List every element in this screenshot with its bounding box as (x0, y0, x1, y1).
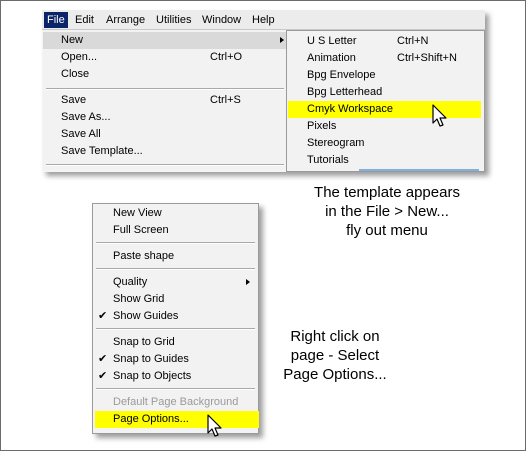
submenu-arrow-icon (246, 279, 250, 285)
file-menu-item-save-all[interactable]: Save All (43, 126, 287, 143)
file-menu: New Open... Ctrl+O Close Save Ctrl+S Sav… (43, 30, 288, 170)
menubar-window[interactable]: Window (199, 12, 244, 28)
caption-line: in the File > New... (325, 203, 449, 220)
context-item-snap-to-objects[interactable]: ✔ Snap to Objects (93, 368, 258, 385)
window-edge (359, 169, 479, 171)
new-flyout-menu: U S Letter Ctrl+N Animation Ctrl+Shift+N… (286, 30, 485, 172)
menu-item-label: Full Screen (113, 224, 169, 236)
mouse-pointer-icon (207, 414, 222, 437)
menu-item-label: Quality (113, 276, 148, 288)
menu-item-label: Pixels (307, 120, 337, 132)
menu-separator (96, 328, 255, 330)
caption-bottom: Right click on page - Select Page Option… (270, 327, 400, 384)
context-item-new-view[interactable]: New View (93, 205, 258, 222)
flyout-item-bpg-letterhead[interactable]: Bpg Letterhead (287, 84, 484, 101)
caption-top: The template appears in the File > New..… (302, 183, 472, 240)
file-menu-item-new[interactable]: New (43, 32, 287, 49)
menu-item-label: Save As... (61, 111, 111, 123)
checkmark-icon: ✔ (98, 310, 108, 322)
context-menu: New View Full Screen Paste shape Quality… (92, 203, 259, 434)
file-menu-item-save-as[interactable]: Save As... (43, 109, 287, 126)
context-item-full-screen[interactable]: Full Screen (93, 222, 258, 239)
flyout-item-animation[interactable]: Animation Ctrl+Shift+N (287, 50, 484, 67)
mouse-pointer-icon (432, 104, 447, 127)
menubar-help[interactable]: Help (249, 12, 278, 28)
menu-item-label: New View (113, 207, 162, 219)
caption-line: page - Select (290, 347, 380, 364)
menu-item-shortcut: Ctrl+S (210, 94, 241, 106)
menu-item-label: Bpg Letterhead (307, 86, 383, 98)
submenu-arrow-icon (280, 37, 284, 43)
menu-item-label: Animation (307, 52, 356, 64)
menu-item-label: Page Options... (113, 413, 189, 425)
menu-item-label: Stereogram (307, 137, 365, 149)
menu-item-label: New (61, 34, 84, 46)
menu-item-label: Snap to Grid (113, 336, 175, 348)
menubar-edit[interactable]: Edit (72, 12, 97, 28)
flyout-item-tutorials[interactable]: Tutorials (287, 152, 484, 169)
menu-separator (96, 388, 255, 390)
flyout-item-cmyk-workspace[interactable]: Cmyk Workspace (288, 101, 481, 118)
menu-item-label: U S Letter (307, 35, 357, 47)
context-item-snap-to-guides[interactable]: ✔ Snap to Guides (93, 351, 258, 368)
menu-item-label: Open... (61, 51, 98, 63)
flyout-item-stereogram[interactable]: Stereogram (287, 135, 484, 152)
menu-item-label: Paste shape (113, 250, 175, 262)
caption-line: Right click on (290, 328, 380, 345)
file-menu-item-save-template[interactable]: Save Template... (43, 143, 287, 160)
menubar-utilities[interactable]: Utilities (153, 12, 194, 28)
context-item-snap-to-grid[interactable]: Snap to Grid (93, 334, 258, 351)
flyout-item-us-letter[interactable]: U S Letter Ctrl+N (287, 33, 484, 50)
menu-item-label: Show Grid (113, 293, 165, 305)
menu-item-label: Save (61, 94, 87, 106)
menu-separator (46, 164, 284, 166)
menu-bar: File Edit Arrange Utilities Window Help (42, 10, 485, 30)
menu-item-shortcut: Ctrl+N (397, 35, 429, 47)
file-menu-item-close[interactable]: Close (43, 66, 287, 83)
menu-separator (96, 242, 255, 244)
flyout-item-bpg-envelope[interactable]: Bpg Envelope (287, 67, 484, 84)
menu-item-label: Snap to Guides (113, 353, 189, 365)
menu-item-label: Tutorials (307, 154, 349, 166)
menubar-file[interactable]: File (44, 12, 68, 28)
context-item-default-page-background: Default Page Background (93, 394, 258, 411)
context-item-show-guides[interactable]: ✔ Show Guides (93, 308, 258, 325)
menu-item-label: Save Template... (61, 145, 143, 157)
file-menu-screenshot: File Edit Arrange Utilities Window Help … (42, 10, 485, 172)
context-item-page-options[interactable]: Page Options... (95, 411, 259, 428)
caption-line: fly out menu (346, 222, 428, 239)
menu-separator (46, 88, 284, 90)
file-menu-item-open[interactable]: Open... Ctrl+O (43, 49, 287, 66)
menu-item-label: Cmyk Workspace (307, 103, 393, 115)
checkmark-icon: ✔ (98, 353, 108, 365)
context-item-quality[interactable]: Quality (93, 274, 258, 291)
menu-item-label: Snap to Objects (113, 370, 192, 382)
flyout-item-pixels[interactable]: Pixels (287, 118, 484, 135)
menu-item-shortcut: Ctrl+O (210, 51, 243, 63)
file-menu-item-save[interactable]: Save Ctrl+S (43, 92, 287, 109)
context-item-show-grid[interactable]: Show Grid (93, 291, 258, 308)
menu-item-label: Close (61, 68, 90, 80)
menu-item-label: Bpg Envelope (307, 69, 376, 81)
menubar-arrange[interactable]: Arrange (103, 12, 148, 28)
menu-item-label: Save All (61, 128, 101, 140)
checkmark-icon: ✔ (98, 370, 108, 382)
caption-line: The template appears (314, 184, 460, 201)
menu-separator (96, 268, 255, 270)
menu-item-label: Show Guides (113, 310, 179, 322)
menu-item-shortcut: Ctrl+Shift+N (397, 52, 457, 64)
menu-item-label: Default Page Background (113, 396, 239, 408)
caption-line: Page Options... (283, 366, 387, 383)
context-item-paste-shape[interactable]: Paste shape (93, 248, 258, 265)
